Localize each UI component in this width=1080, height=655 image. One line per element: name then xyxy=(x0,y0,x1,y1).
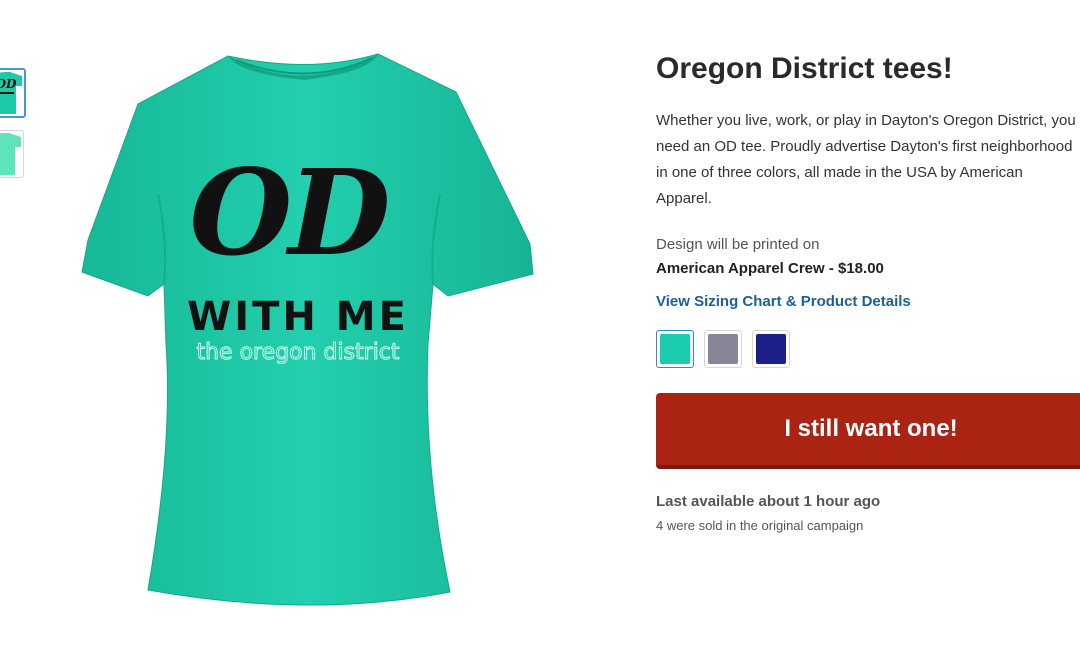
last-available-text: Last available about 1 hour ago xyxy=(656,493,881,510)
svg-text:OD: OD xyxy=(0,77,17,91)
sold-count-text: 4 were sold in the original campaign xyxy=(656,518,864,533)
swatch-chip xyxy=(708,334,738,364)
sizing-chart-link[interactable]: View Sizing Chart & Product Details xyxy=(656,293,911,310)
swatch-chip xyxy=(660,334,690,364)
product-description: Whether you live, work, or play in Dayto… xyxy=(656,112,1076,207)
printed-on-label: Design will be printed on xyxy=(656,236,820,253)
shirt-print-with-me: WITH ME xyxy=(187,294,409,340)
color-swatches xyxy=(656,330,790,368)
shirt-thumbnail-icon xyxy=(0,133,21,175)
product-image: OD WITH ME the oregon district xyxy=(78,44,543,614)
buy-button[interactable]: I still want one! xyxy=(656,393,1080,469)
swatch-chip xyxy=(756,334,786,364)
shirt-thumbnail-icon: OD xyxy=(0,72,22,114)
swatch-navy[interactable] xyxy=(752,330,790,368)
thumbnail-back[interactable] xyxy=(0,130,24,178)
shirt-print-oregon-district: the oregon district xyxy=(196,340,400,366)
product-name-price: American Apparel Crew - $18.00 xyxy=(656,260,884,277)
swatch-teal[interactable] xyxy=(656,330,694,368)
page-title: Oregon District tees! xyxy=(656,52,953,85)
shirt-print-od: OD xyxy=(189,143,390,282)
thumbnail-front[interactable]: OD xyxy=(0,68,26,118)
swatch-gray[interactable] xyxy=(704,330,742,368)
